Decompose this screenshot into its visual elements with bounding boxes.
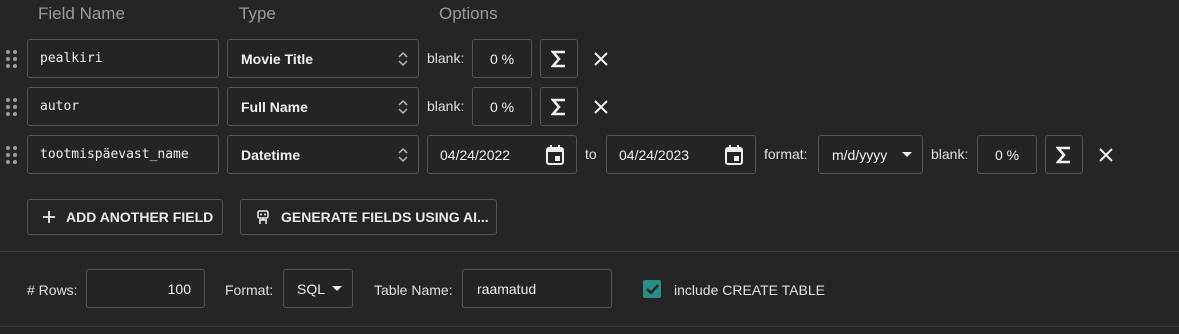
drag-handle-icon[interactable] [6, 146, 17, 164]
divider [0, 326, 1179, 327]
updown-chevron-icon [398, 99, 408, 115]
sigma-formula-button[interactable] [540, 39, 578, 78]
plus-icon [43, 211, 55, 223]
robot-icon [257, 210, 269, 224]
field-name-input[interactable]: autor [27, 87, 219, 126]
sigma-icon [1056, 146, 1070, 163]
header-options: Options [439, 4, 498, 23]
format-label: Format: [225, 282, 274, 298]
date-to-value: 04/24/2023 [619, 146, 690, 163]
date-format-select[interactable]: m/d/yyyy [818, 135, 923, 174]
sigma-icon [551, 98, 565, 115]
field-name-input[interactable]: tootmispäevast_name [27, 135, 219, 174]
calendar-icon [546, 144, 564, 165]
updown-chevron-icon [398, 147, 408, 163]
sigma-formula-button[interactable] [1045, 135, 1083, 174]
blank-label: blank: [427, 98, 465, 114]
remove-field-button[interactable] [590, 96, 612, 118]
format-label: format: [764, 146, 808, 162]
generate-ai-label: GENERATE FIELDS USING AI... [281, 209, 489, 225]
add-field-label: ADD ANOTHER FIELD [66, 209, 214, 225]
close-icon [594, 100, 608, 114]
field-type-select[interactable]: Movie Title [227, 39, 419, 78]
output-format-value: SQL [297, 280, 326, 297]
add-another-field-button[interactable]: ADD ANOTHER FIELD [27, 199, 223, 235]
blank-label: blank: [931, 146, 969, 162]
generate-fields-ai-button[interactable]: GENERATE FIELDS USING AI... [240, 199, 497, 235]
sigma-formula-button[interactable] [540, 87, 578, 126]
field-type-label: Movie Title [241, 50, 314, 67]
field-type-label: Full Name [241, 98, 308, 115]
rows-label: # Rows: [27, 282, 78, 298]
header-field-name: Field Name [38, 4, 125, 23]
blank-percent-input[interactable]: 0 % [977, 135, 1037, 174]
date-from-value: 04/24/2022 [440, 146, 511, 163]
include-create-table-checkbox[interactable] [643, 280, 661, 298]
calendar-icon [725, 144, 743, 165]
checkmark-icon [645, 284, 659, 294]
field-type-label: Datetime [241, 146, 301, 163]
field-type-select[interactable]: Datetime [227, 135, 419, 174]
output-format-select[interactable]: SQL [283, 269, 353, 308]
remove-field-button[interactable] [590, 48, 612, 70]
drag-handle-icon[interactable] [6, 98, 17, 116]
to-label: to [585, 146, 597, 162]
date-to-input[interactable]: 04/24/2023 [606, 135, 756, 174]
table-name-label: Table Name: [374, 282, 453, 298]
include-create-table-label: include CREATE TABLE [674, 282, 825, 298]
rows-count-input[interactable]: 100 [86, 269, 205, 308]
divider [0, 251, 1179, 252]
blank-percent-input[interactable]: 0 % [472, 87, 532, 126]
sigma-icon [551, 50, 565, 67]
blank-label: blank: [427, 50, 465, 66]
drag-handle-icon[interactable] [6, 50, 17, 68]
updown-chevron-icon [398, 51, 408, 67]
table-name-input[interactable]: raamatud [462, 269, 612, 308]
caret-down-icon [902, 151, 912, 157]
date-format-value: m/d/yyyy [832, 146, 888, 163]
remove-field-button[interactable] [1095, 144, 1117, 166]
date-from-input[interactable]: 04/24/2022 [427, 135, 577, 174]
blank-percent-input[interactable]: 0 % [472, 39, 532, 78]
close-icon [1099, 148, 1113, 162]
close-icon [594, 52, 608, 66]
header-type: Type [239, 4, 276, 23]
caret-down-icon [332, 285, 342, 291]
field-name-input[interactable]: pealkiri [27, 39, 219, 78]
field-type-select[interactable]: Full Name [227, 87, 419, 126]
